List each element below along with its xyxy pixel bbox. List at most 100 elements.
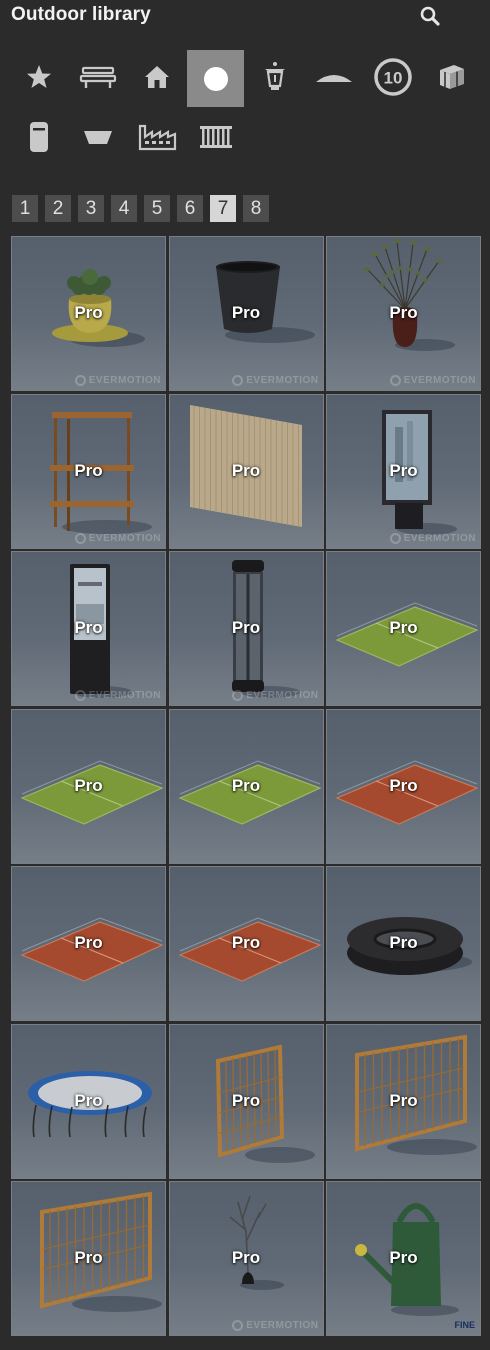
library-item-green-court[interactable]: Pro [326, 551, 481, 706]
star-icon [24, 62, 54, 92]
watermark-text: EVERMOTION [246, 375, 319, 386]
pro-badge: Pro [389, 303, 418, 322]
pro-badge: Pro [74, 618, 103, 637]
fine-watermark: FINE [454, 1320, 475, 1330]
pro-badge: Pro [389, 618, 418, 637]
evermotion-logo-icon [232, 1320, 244, 1331]
page-5-button[interactable]: 5 [144, 195, 170, 222]
pro-badge: Pro [389, 1090, 418, 1110]
category-mound-button[interactable] [305, 48, 362, 105]
library-item-billboard[interactable]: Pro EVERMOTION [326, 393, 481, 549]
bench-icon [79, 62, 117, 92]
pro-badge: Pro [231, 933, 261, 952]
library-item-totem[interactable]: Pro EVERMOTION [11, 551, 166, 706]
library-item-clay-court[interactable]: Pro [11, 866, 166, 1021]
watermark-text: EVERMOTION [403, 532, 476, 544]
page-7-button[interactable]: 7 [210, 195, 236, 222]
library-item-watering-can[interactable]: Pro FINE [326, 1181, 481, 1336]
evermotion-watermark: EVERMOTION [74, 532, 161, 544]
pro-badge: Pro [231, 460, 261, 480]
library-item-plant-pot[interactable]: Pro EVERMOTION [11, 236, 166, 391]
category-star-button[interactable] [10, 48, 67, 105]
watermark-text: EVERMOTION [246, 690, 319, 701]
evermotion-logo-icon [232, 375, 244, 386]
evermotion-logo-icon [74, 690, 86, 701]
category-box-button[interactable] [423, 48, 480, 105]
box-icon [436, 61, 468, 93]
library-item-green-court[interactable]: Pro [11, 708, 166, 864]
pro-badge: Pro [389, 775, 418, 795]
library-item-green-court[interactable]: Pro [168, 708, 324, 864]
pro-badge: Pro [389, 1248, 418, 1267]
pro-badge: Pro [74, 775, 103, 795]
pro-badge: Pro [231, 1248, 261, 1267]
watermark-text: EVERMOTION [88, 690, 161, 701]
page-3-button[interactable]: 3 [78, 195, 104, 222]
library-item-fence-wide[interactable]: Pro [11, 1181, 166, 1336]
page-2-button[interactable]: 2 [45, 195, 71, 222]
pro-badge: Pro [389, 460, 418, 480]
evermotion-watermark: EVERMOTION [74, 375, 161, 386]
pro-badge: Pro [231, 618, 261, 637]
header: Outdoor library [0, 0, 490, 32]
pro-badge: Pro [389, 933, 418, 952]
evermotion-logo-icon [389, 532, 401, 544]
circle-icon [201, 64, 231, 94]
mound-icon [314, 62, 354, 92]
pro-badge: Pro [74, 933, 103, 952]
bin-icon [27, 119, 51, 155]
pro-badge: Pro [74, 1090, 103, 1110]
lantern-icon [260, 60, 290, 94]
evermotion-watermark: EVERMOTION [389, 375, 476, 386]
library-item-fence-section[interactable]: Pro [168, 1023, 324, 1179]
evermotion-watermark: EVERMOTION [232, 1320, 318, 1331]
pro-badge: Pro [74, 303, 103, 322]
evermotion-logo-icon [74, 532, 86, 544]
category-lantern-button[interactable] [246, 48, 303, 105]
pro-badge: Pro [74, 1248, 103, 1267]
library-item-bare-tree[interactable]: Pro EVERMOTION [168, 1181, 324, 1336]
library-item-tire[interactable]: Pro [326, 866, 481, 1021]
evermotion-watermark: EVERMOTION [232, 690, 318, 701]
library-item-fence-wide[interactable]: Pro [326, 1023, 481, 1179]
category-bench-button[interactable] [69, 48, 126, 105]
category-house-button[interactable] [128, 48, 185, 105]
evermotion-logo-icon [389, 375, 401, 386]
category-planter-button[interactable] [69, 108, 126, 165]
watermark-text: EVERMOTION [403, 375, 476, 386]
pro-badge: Pro [231, 1090, 261, 1110]
evermotion-logo-icon [74, 375, 86, 386]
pro-badge: Pro [231, 303, 261, 322]
category-circle-button[interactable] [187, 50, 244, 107]
fence-icon [198, 122, 234, 152]
library-item-trampoline[interactable]: Pro [11, 1023, 166, 1179]
library-item-column-lamp[interactable]: Pro EVERMOTION [168, 551, 324, 706]
category-bin-button[interactable] [10, 108, 67, 165]
house-icon [142, 62, 172, 92]
page-8-button[interactable]: 8 [243, 195, 269, 222]
evermotion-logo-icon [232, 690, 244, 701]
speed-sign-icon: 10 [373, 57, 413, 97]
library-item-panel[interactable]: Pro [168, 393, 324, 549]
library-item-clay-court[interactable]: Pro [326, 708, 481, 864]
watermark-text: EVERMOTION [246, 1320, 319, 1331]
page-6-button[interactable]: 6 [177, 195, 203, 222]
search-icon[interactable] [419, 5, 441, 27]
watermark-text: EVERMOTION [88, 375, 161, 386]
planter-icon [81, 122, 115, 152]
watermark-text: EVERMOTION [88, 532, 161, 544]
evermotion-watermark: EVERMOTION [232, 375, 318, 386]
page-4-button[interactable]: 4 [111, 195, 137, 222]
panel-title: Outdoor library [11, 4, 151, 25]
library-item-clay-court[interactable]: Pro [168, 866, 324, 1021]
library-item-black-pot[interactable]: Pro EVERMOTION [168, 236, 324, 391]
category-speed-sign-button[interactable]: 10 [364, 48, 421, 105]
evermotion-watermark: EVERMOTION [74, 690, 161, 701]
factory-icon [137, 122, 177, 152]
library-item-vase-branches[interactable]: Pro EVERMOTION [326, 236, 481, 391]
category-factory-button[interactable] [128, 108, 185, 165]
library-item-shelf[interactable]: Pro EVERMOTION [11, 393, 166, 549]
category-fence-button[interactable] [187, 108, 244, 165]
evermotion-watermark: EVERMOTION [389, 532, 476, 544]
page-1-button[interactable]: 1 [12, 195, 38, 222]
